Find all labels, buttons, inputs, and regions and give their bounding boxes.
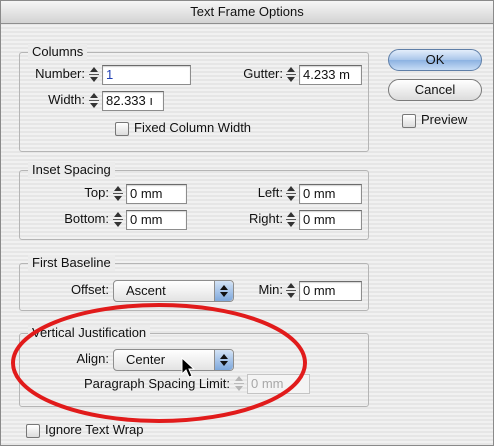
stepper-arrows-icon[interactable] [286,212,297,228]
gutter-input[interactable]: 4.233 m [299,65,362,85]
stepper-arrows-icon[interactable] [286,186,297,202]
vertical-justification-group-title: Vertical Justification [28,325,151,341]
text-frame-options-dialog: Text Frame Options Columns Number: 1 Gut… [0,0,494,446]
checkbox-icon [26,424,40,438]
ok-button[interactable]: OK [388,49,482,71]
stepper-arrows-icon[interactable] [286,283,297,299]
stepper-arrows-icon[interactable] [234,376,245,392]
left-input[interactable]: 0 mm [299,184,362,204]
width-input[interactable]: 82.333 ı [102,91,164,111]
align-popup[interactable]: Center [113,349,234,371]
ignore-text-wrap-label: Ignore Text Wrap [45,422,144,437]
offset-popup-value: Ascent [126,283,166,298]
number-label: Number: [35,66,85,81]
top-label: Top: [84,185,109,200]
number-input[interactable]: 1 [102,65,191,85]
paragraph-spacing-limit-input[interactable]: 0 mm [247,374,310,394]
top-field: 0 mm [113,184,189,204]
fixed-column-width-checkbox[interactable]: Fixed Column Width [115,120,285,137]
checkbox-icon [115,122,129,136]
preview-label: Preview [421,112,468,127]
bottom-input[interactable]: 0 mm [126,210,187,230]
offset-popup[interactable]: Ascent [113,280,234,302]
gutter-label: Gutter: [243,66,283,81]
min-input[interactable]: 0 mm [299,281,362,301]
stepper-arrows-icon[interactable] [113,212,124,228]
stepper-arrows-icon[interactable] [89,93,100,109]
number-field: 1 [89,65,192,85]
inset-spacing-group: Inset Spacing Top: 0 mm Left: 0 mm Botto… [19,162,369,240]
vertical-justification-group: Vertical Justification Align: Center Par… [19,325,369,407]
left-field: 0 mm [286,184,362,204]
right-input[interactable]: 0 mm [299,210,362,230]
checkbox-icon [402,114,416,128]
bottom-field: 0 mm [113,210,189,230]
inset-spacing-group-title: Inset Spacing [28,162,115,178]
preview-checkbox[interactable]: Preview [402,112,482,129]
align-label: Align: [76,351,109,366]
ignore-text-wrap-checkbox[interactable]: Ignore Text Wrap [26,422,196,439]
offset-label: Offset: [70,282,109,297]
first-baseline-group: First Baseline Offset: Ascent Min: 0 mm [19,255,369,311]
width-label: Width: [48,92,85,107]
columns-group: Columns Number: 1 Gutter: 4.233 m Width:… [19,44,369,152]
first-baseline-group-title: First Baseline [28,255,115,271]
left-label: Left: [257,185,283,200]
stepper-arrows-icon[interactable] [113,186,124,202]
stepper-arrows-icon[interactable] [89,67,100,83]
fixed-column-width-label: Fixed Column Width [134,120,252,135]
columns-group-title: Columns [28,44,88,60]
gutter-field: 4.233 m [286,65,362,85]
top-input[interactable]: 0 mm [126,184,187,204]
min-field: 0 mm [286,281,362,301]
width-field: 82.333 ı [89,91,165,111]
popup-arrows-icon [214,350,233,370]
min-label: Min: [258,282,283,297]
align-popup-value: Center [126,352,166,367]
cancel-button[interactable]: Cancel [388,79,482,101]
dialog-title-bar[interactable]: Text Frame Options [1,1,493,24]
right-label: Right: [249,211,283,226]
stepper-arrows-icon[interactable] [286,67,297,83]
bottom-label: Bottom: [64,211,109,226]
paragraph-spacing-limit-field: 0 mm [234,374,310,394]
right-field: 0 mm [286,210,362,230]
dialog-title: Text Frame Options [190,4,304,19]
paragraph-spacing-limit-label: Paragraph Spacing Limit: [84,376,230,391]
